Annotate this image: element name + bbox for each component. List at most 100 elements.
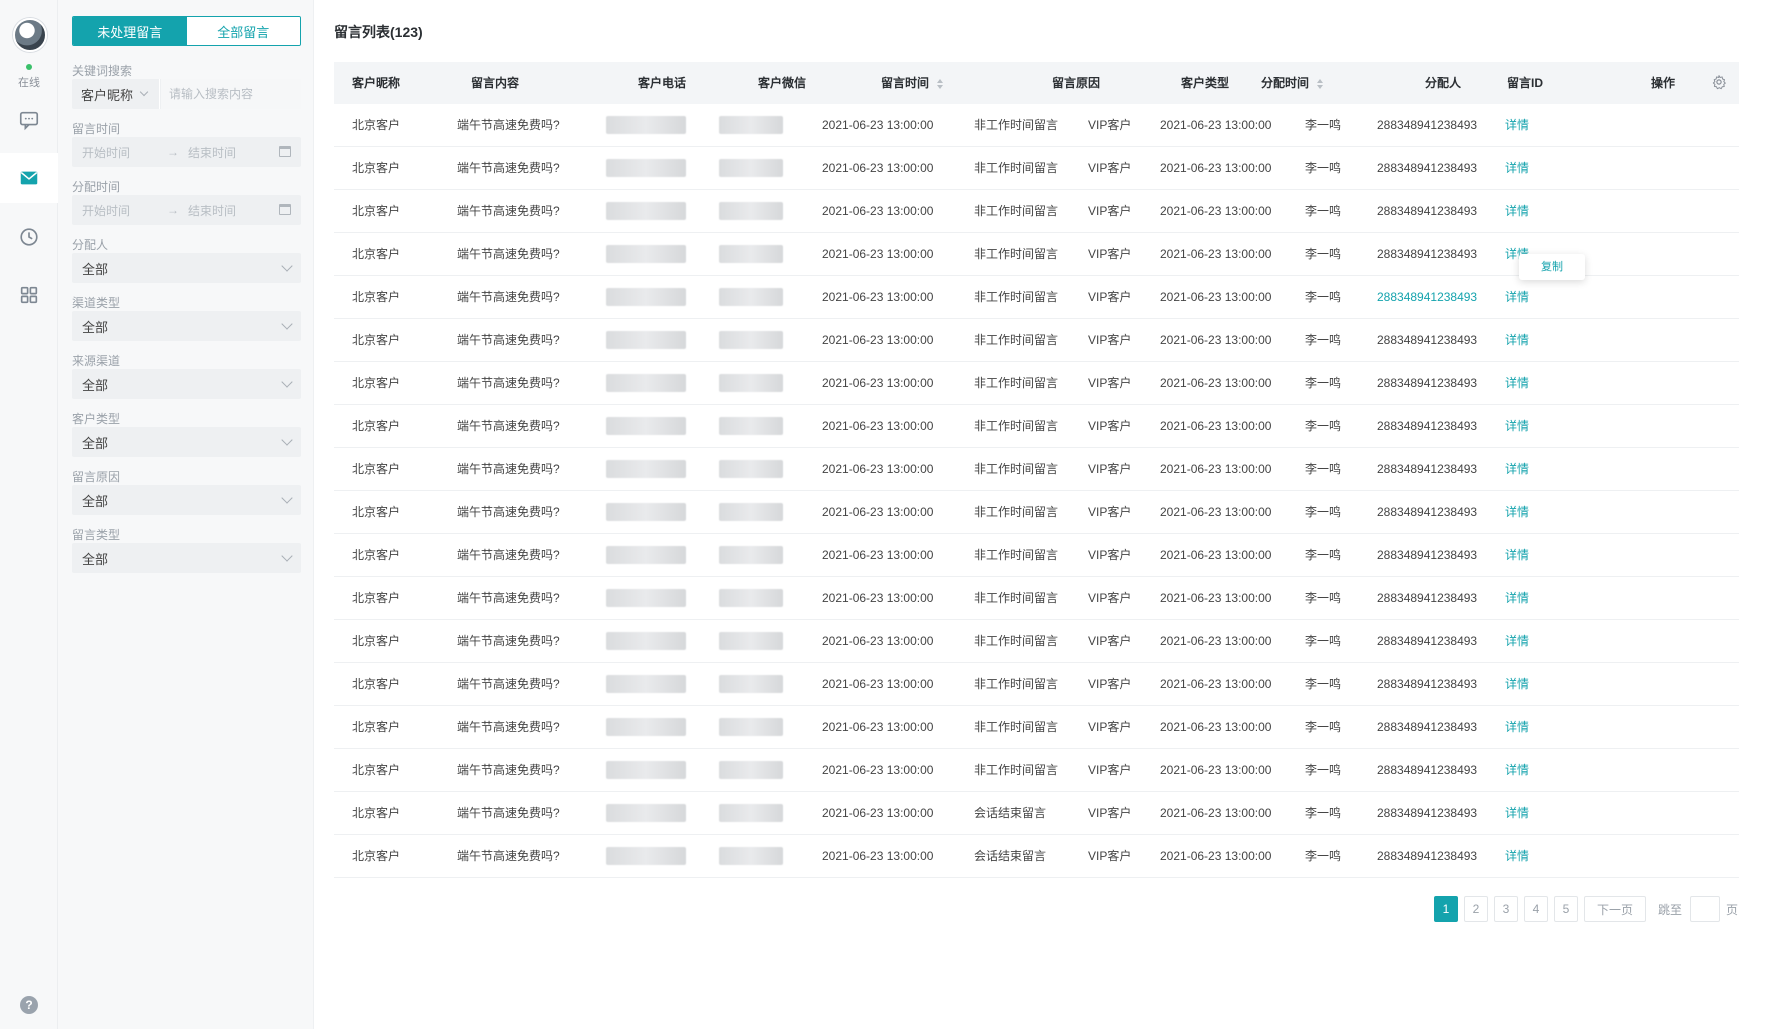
detail-link[interactable]: 详情	[1505, 319, 1529, 362]
source-channel-label: 来源渠道	[72, 354, 121, 368]
cell-message-id[interactable]: 288348941238493	[1377, 405, 1477, 448]
cell-message-id[interactable]: 288348941238493	[1377, 276, 1477, 319]
cell-message-id[interactable]: 288348941238493	[1377, 147, 1477, 190]
cell-message-id[interactable]: 288348941238493	[1377, 104, 1477, 147]
message-table: 客户昵称 留言内容 客户电话 客户微信 留言时间 留言原因 客户类型 分配时间 …	[334, 62, 1739, 878]
cell-message-id[interactable]: 288348941238493	[1377, 534, 1477, 577]
cell-message-id[interactable]: 288348941238493	[1377, 190, 1477, 233]
cell-phone-redacted	[606, 503, 686, 521]
cell-nickname: 北京客户	[352, 548, 401, 562]
cell-assignee: 李一鸣	[1305, 333, 1342, 347]
message-time-range[interactable]: 开始时间 → 结束时间	[72, 137, 301, 167]
source-channel-select-value: 全部	[82, 377, 109, 393]
detail-link[interactable]: 详情	[1505, 792, 1529, 835]
copy-tooltip[interactable]: 复制	[1519, 254, 1585, 280]
cell-message-time: 2021-06-23 13:00:00	[822, 634, 934, 648]
cell-nickname: 北京客户	[352, 763, 401, 777]
message-type-select[interactable]: 全部	[72, 543, 301, 573]
cell-message-time: 2021-06-23 13:00:00	[822, 720, 934, 734]
cell-message-id[interactable]: 288348941238493	[1377, 491, 1477, 534]
customer-type-select[interactable]: 全部	[72, 427, 301, 457]
detail-link[interactable]: 详情	[1505, 448, 1529, 491]
detail-link[interactable]: 详情	[1505, 706, 1529, 749]
page-button-1[interactable]: 1	[1433, 896, 1458, 922]
cell-message-id[interactable]: 288348941238493	[1377, 233, 1477, 276]
detail-link[interactable]: 详情	[1505, 405, 1529, 448]
cell-phone-redacted	[606, 675, 686, 693]
cell-customer-type: VIP客户	[1088, 634, 1132, 648]
detail-link[interactable]: 详情	[1505, 104, 1529, 147]
next-page-button[interactable]: 下一页	[1583, 896, 1646, 922]
message-type-label: 留言类型	[72, 528, 121, 542]
cell-customer-type: VIP客户	[1088, 505, 1132, 519]
page-button-2[interactable]: 2	[1463, 896, 1488, 922]
message-reason-label: 留言原因	[72, 470, 121, 484]
detail-link[interactable]: 详情	[1505, 663, 1529, 706]
assign-time-range[interactable]: 开始时间 → 结束时间	[72, 195, 301, 225]
avatar[interactable]	[13, 18, 47, 52]
cell-message-id[interactable]: 288348941238493	[1377, 620, 1477, 663]
cell-message-id[interactable]: 288348941238493	[1377, 706, 1477, 749]
column-header-assign-time[interactable]: 分配时间	[1261, 62, 1324, 104]
cell-message-time: 2021-06-23 13:00:00	[822, 290, 934, 304]
cell-assign-time: 2021-06-23 13:00:00	[1160, 462, 1272, 476]
cell-assign-time: 2021-06-23 13:00:00	[1160, 333, 1272, 347]
page-button-4[interactable]: 4	[1523, 896, 1548, 922]
detail-link[interactable]: 详情	[1505, 577, 1529, 620]
page-button-5[interactable]: 5	[1553, 896, 1578, 922]
detail-link[interactable]: 详情	[1505, 835, 1529, 878]
detail-link[interactable]: 详情	[1505, 620, 1529, 663]
cell-message-id[interactable]: 288348941238493	[1377, 448, 1477, 491]
detail-link[interactable]: 详情	[1505, 534, 1529, 577]
message-reason-select[interactable]: 全部	[72, 485, 301, 515]
cell-message-id[interactable]: 288348941238493	[1377, 362, 1477, 405]
jump-page-input[interactable]	[1689, 896, 1720, 922]
cell-content: 端午节高速免费吗?	[457, 204, 560, 218]
cell-message-id[interactable]: 288348941238493	[1377, 792, 1477, 835]
message-list-panel: 留言列表(123) 客户昵称 留言内容 客户电话 客户微信 留言时间 留言原因 …	[313, 0, 1766, 1029]
sort-icon[interactable]	[1317, 78, 1324, 89]
gear-icon[interactable]	[1711, 74, 1727, 90]
detail-link[interactable]: 详情	[1505, 190, 1529, 233]
assignee-select[interactable]: 全部	[72, 253, 301, 283]
table-body: 北京客户 端午节高速免费吗? 2021-06-23 13:00:00 非工作时间留言 V…	[334, 104, 1739, 878]
cell-message-id[interactable]: 288348941238493	[1377, 663, 1477, 706]
cell-message-time: 2021-06-23 13:00:00	[822, 849, 934, 863]
cell-content: 端午节高速免费吗?	[457, 118, 560, 132]
column-header-message-time[interactable]: 留言时间	[881, 62, 944, 104]
cell-assign-time: 2021-06-23 13:00:00	[1160, 806, 1272, 820]
clock-icon	[20, 228, 38, 246]
detail-link[interactable]: 详情	[1505, 147, 1529, 190]
rail-item-apps[interactable]	[0, 270, 58, 320]
jump-label: 跳至	[1657, 902, 1682, 917]
rail-item-history[interactable]	[0, 212, 58, 262]
source-channel-select[interactable]: 全部	[72, 369, 301, 399]
cell-assignee: 李一鸣	[1305, 247, 1342, 261]
cell-assign-time: 2021-06-23 13:00:00	[1160, 591, 1272, 605]
keyword-field-select[interactable]: 客户昵称	[72, 79, 160, 109]
detail-link[interactable]: 详情	[1505, 362, 1529, 405]
detail-link[interactable]: 详情	[1505, 276, 1529, 319]
cell-customer-type: VIP客户	[1088, 376, 1132, 390]
cell-message-id[interactable]: 288348941238493	[1377, 749, 1477, 792]
cell-phone-redacted	[606, 589, 686, 607]
cell-assign-time: 2021-06-23 13:00:00	[1160, 376, 1272, 390]
cell-message-id[interactable]: 288348941238493	[1377, 835, 1477, 878]
rail-item-chat[interactable]	[0, 95, 58, 145]
keyword-input[interactable]	[161, 79, 301, 109]
page-button-3[interactable]: 3	[1493, 896, 1518, 922]
cell-message-id[interactable]: 288348941238493	[1377, 319, 1477, 362]
cell-message-id[interactable]: 288348941238493	[1377, 577, 1477, 620]
help-icon[interactable]: ?	[20, 996, 38, 1014]
detail-link[interactable]: 详情	[1505, 491, 1529, 534]
tab-unprocessed[interactable]: 未处理留言	[73, 17, 187, 45]
cell-reason: 非工作时间留言	[974, 548, 1059, 562]
cell-reason: 非工作时间留言	[974, 290, 1059, 304]
sort-icon[interactable]	[937, 78, 944, 89]
detail-link[interactable]: 详情	[1505, 749, 1529, 792]
tab-all-messages[interactable]: 全部留言	[186, 17, 300, 45]
rail-item-messages[interactable]	[0, 153, 58, 203]
cell-content: 端午节高速免费吗?	[457, 290, 560, 304]
table-row: 北京客户 端午节高速免费吗? 2021-06-23 13:00:00 非工作时间留言 V…	[334, 706, 1739, 749]
channel-type-select[interactable]: 全部	[72, 311, 301, 341]
